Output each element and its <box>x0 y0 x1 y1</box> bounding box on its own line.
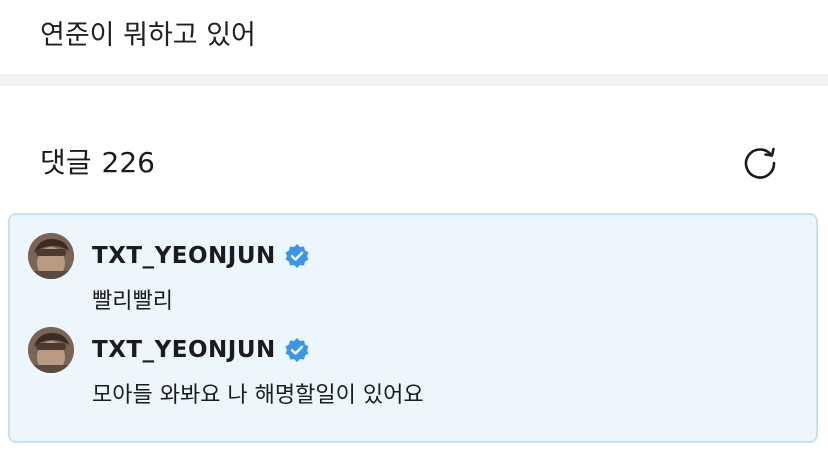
comment-author[interactable]: TXT_YEONJUN <box>92 243 276 269</box>
comment-author-row: TXT_YEONJUN <box>92 233 310 279</box>
comments-title: 댓글 226 <box>40 140 165 186</box>
verified-badge-icon <box>285 338 309 362</box>
avatar-image <box>28 233 74 279</box>
comment-author-row: TXT_YEONJUN <box>92 327 310 373</box>
comment-text: 빨리빨리 <box>92 289 173 314</box>
verified-badge-icon <box>285 244 309 268</box>
comments-label: 댓글 <box>40 146 92 179</box>
comments-count: 226 <box>101 146 155 179</box>
post-text: 연준이 뭐하고 있어 <box>40 20 256 51</box>
avatar[interactable] <box>28 233 74 279</box>
comments-header: 댓글 226 <box>40 140 788 186</box>
avatar-image <box>28 327 74 373</box>
comment-author[interactable]: TXT_YEONJUN <box>92 337 276 363</box>
highlighted-comments: TXT_YEONJUN 빨리빨리 TXT_YEONJUN 모아들 와봐요 나 해… <box>8 213 818 443</box>
comment-text: 모아들 와봐요 나 해명할일이 있어요 <box>92 383 424 408</box>
section-divider <box>0 74 828 86</box>
refresh-button[interactable] <box>740 143 780 183</box>
avatar[interactable] <box>28 327 74 373</box>
refresh-icon <box>744 147 776 179</box>
